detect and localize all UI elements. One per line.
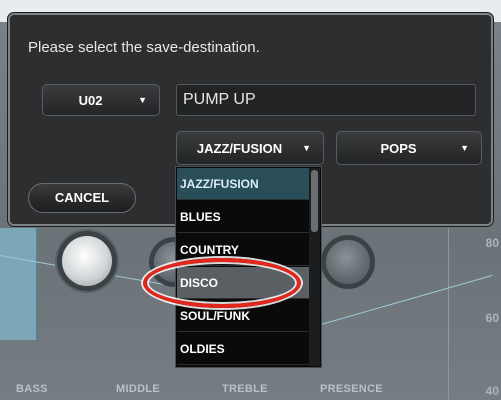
scale-label-80: 80 <box>485 236 499 250</box>
treble-label: TREBLE <box>222 383 268 395</box>
chevron-down-icon: ▼ <box>460 143 469 153</box>
cancel-button[interactable]: CANCEL <box>28 183 136 213</box>
slot-select[interactable]: U02 ▼ <box>42 84 160 116</box>
chevron-down-icon: ▼ <box>302 143 311 153</box>
bass-knob[interactable] <box>62 236 112 286</box>
highlight-ring <box>143 258 301 308</box>
list-item[interactable]: JAZZ/FUSION <box>177 168 309 200</box>
subcategory-select[interactable]: POPS ▼ <box>336 131 482 165</box>
dropdown-scrollbar[interactable] <box>309 168 320 366</box>
category-select-label: JAZZ/FUSION <box>196 140 283 156</box>
scale-label-40: 40 <box>485 384 499 398</box>
subcategory-select-label: POPS <box>380 140 417 156</box>
bass-label: BASS <box>16 383 48 395</box>
middle-label: MIDDLE <box>116 383 160 395</box>
presence-knob[interactable] <box>326 240 370 284</box>
scale-divider <box>448 228 449 400</box>
scale-label-60: 60 <box>485 311 499 325</box>
patch-name-field[interactable]: PUMP UP <box>176 84 476 116</box>
scrollbar-thumb[interactable] <box>311 170 318 232</box>
slot-select-label: U02 <box>78 92 103 108</box>
list-item[interactable]: BLUES <box>177 201 309 233</box>
category-select[interactable]: JAZZ/FUSION ▼ <box>176 131 324 165</box>
list-item[interactable]: OLDIES <box>177 333 309 365</box>
presence-label: PRESENCE <box>320 383 383 395</box>
chevron-down-icon: ▼ <box>138 95 147 105</box>
dialog-title: Please select the save-destination. <box>28 39 260 56</box>
amp-side-panel <box>0 228 38 340</box>
